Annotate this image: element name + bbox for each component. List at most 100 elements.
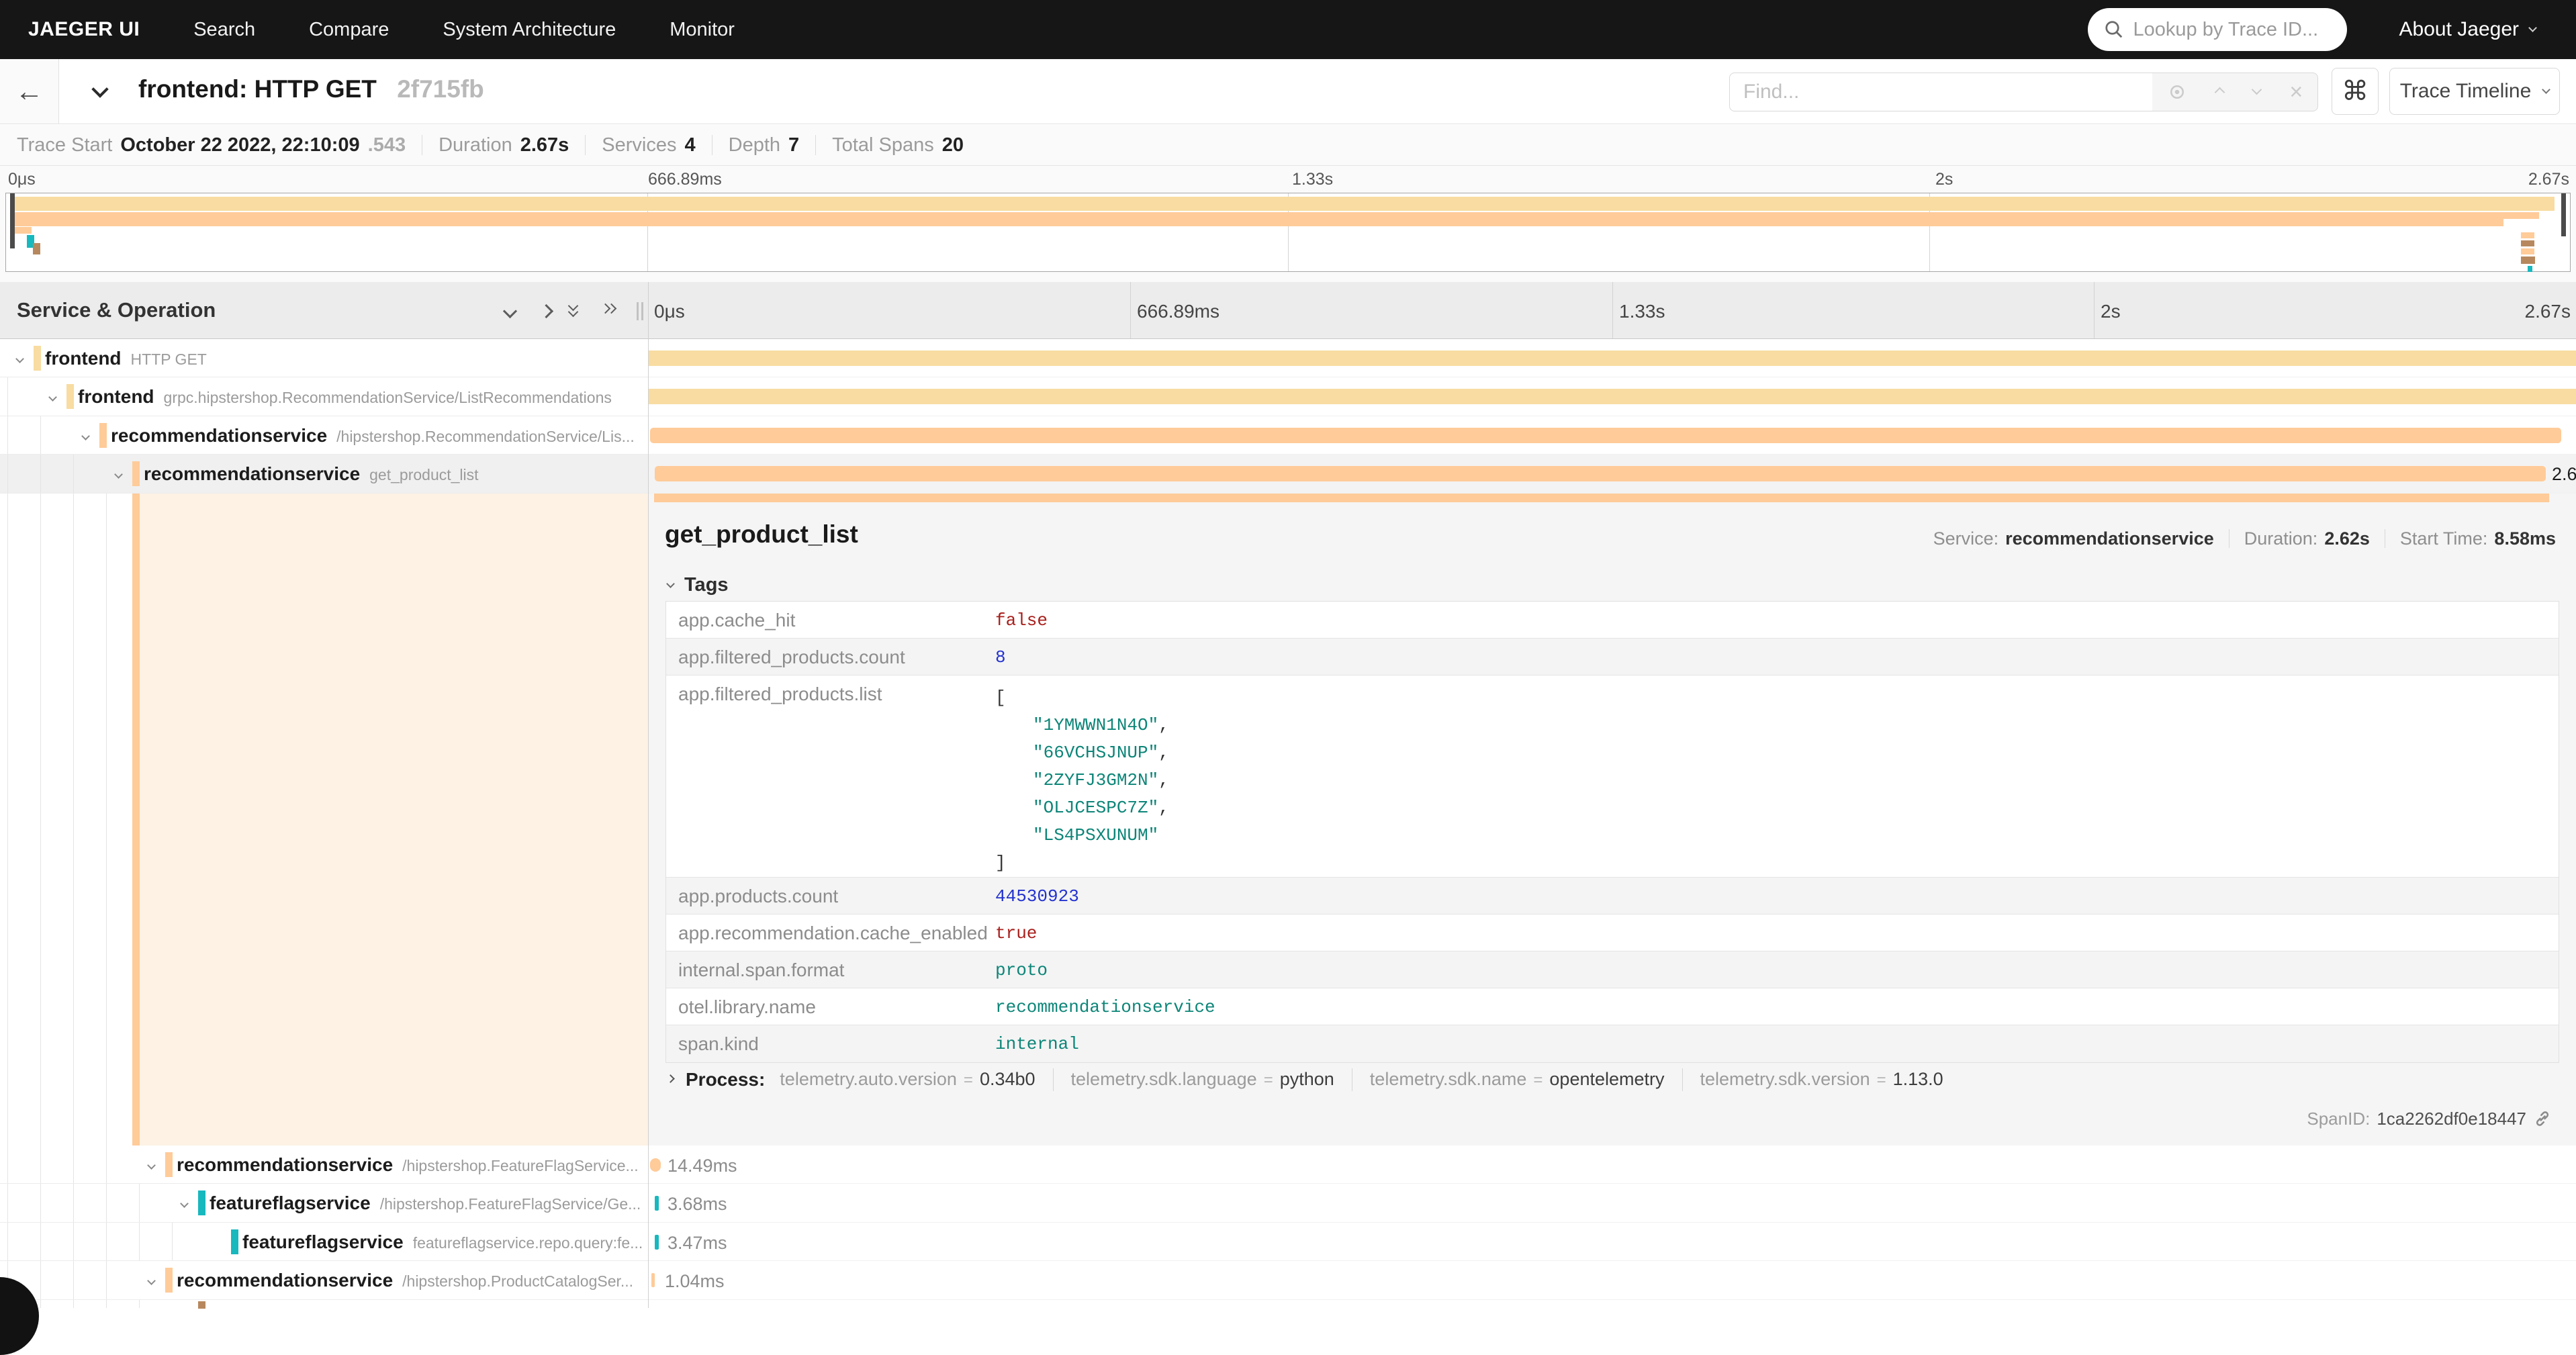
span-bar[interactable] [655,466,2546,481]
tag-row[interactable]: internal.span.format proto [666,951,2559,988]
minimap-span [2521,232,2534,238]
nav-item-system-architecture[interactable]: System Architecture [443,19,616,41]
jaeger-logo[interactable]: JAEGER UI [28,18,140,41]
back-button[interactable]: ← [0,59,59,124]
collapse-trace-chevron[interactable] [94,83,106,99]
span-bar[interactable] [650,428,2561,443]
tags-title: Tags [684,574,729,596]
tag-key: app.filtered_products.list [666,675,980,877]
nav-item-search[interactable]: Search [193,19,255,41]
keyboard-shortcuts-button[interactable]: ⌘ [2332,68,2379,115]
column-resize-handle[interactable] [637,302,643,320]
service-value: recommendationservice [2005,528,2214,549]
span-detail-left-rail [0,494,648,1146]
span-row-featureflag-rpc-server[interactable]: featureflagservice/hipstershop.FeatureFl… [0,1184,2576,1222]
tag-key: app.cache_hit [666,602,980,638]
about-jaeger-menu[interactable]: About Jaeger [2399,18,2536,41]
service-label: Service: [1933,528,1999,549]
row-chevron-icon[interactable] [148,1160,154,1172]
span-row-featureflag-rpc-client[interactable]: recommendationservice/hipstershop.Featur… [0,1146,2576,1184]
span-row-partial[interactable] [0,1300,2576,1308]
span-service: recommendationservice [144,463,360,484]
depth-value: 7 [788,134,799,156]
minimap-span [33,243,40,254]
span-row-get-product-list[interactable]: recommendationserviceget_product_list 2.… [0,455,2576,493]
find-clear-icon[interactable]: × [2289,81,2303,103]
span-operation: /hipstershop.FeatureFlagService/Ge... [380,1195,641,1213]
tag-row[interactable]: app.products.count 44530923 [666,878,2559,915]
minimap-canvas[interactable] [5,193,2571,272]
nav-item-monitor[interactable]: Monitor [670,19,735,41]
span-bar[interactable] [650,1158,661,1172]
span-operation: /hipstershop.FeatureFlagService... [402,1157,639,1174]
tag-key: app.recommendation.cache_enabled [666,915,980,951]
minimap-span [2528,266,2532,272]
span-row-frontend-grpc[interactable]: frontendgrpc.hipstershop.RecommendationS… [0,377,2576,416]
find-next-icon[interactable] [2252,84,2262,95]
tag-key: internal.span.format [666,951,980,988]
span-row-productcatalog-rpc[interactable]: recommendationservice/hipstershop.Produc… [0,1261,2576,1299]
total-spans-label: Total Spans [832,134,934,156]
span-operation: /hipstershop.RecommendationService/Lis..… [336,428,635,445]
tag-row[interactable]: span.kind internal [666,1025,2559,1062]
tag-row[interactable]: app.filtered_products.count 8 [666,639,2559,675]
tag-value: false [980,602,2559,638]
timeline-column-divider[interactable] [648,282,649,1308]
find-prev-icon[interactable] [2215,87,2225,97]
tag-row[interactable]: otel.library.name recommendationservice [666,988,2559,1025]
span-detail-panel: get_product_list Service:recommendations… [649,494,2576,1146]
view-selector-button[interactable]: Trace Timeline [2389,68,2560,115]
span-duration-label: 3.47ms [668,1233,727,1254]
row-chevron-icon[interactable] [50,391,56,404]
service-color-bar [198,1190,205,1215]
row-chevron-icon[interactable] [181,1198,187,1210]
row-chevron-icon[interactable] [17,353,23,365]
timeline-tick: 1.33s [1619,301,1665,322]
trace-summary-bar: Trace Start October 22 2022, 22:10:09 .5… [0,125,2576,166]
row-chevron-icon[interactable] [83,430,89,442]
tag-row[interactable]: app.cache_hit false [666,602,2559,639]
tags-table: app.cache_hit false app.filtered_product… [665,601,2559,1063]
minimap-right-scrubber[interactable] [2561,193,2566,236]
span-service: frontend [78,386,154,407]
span-row-featureflag-repo-query[interactable]: featureflagservicefeatureflagservice.rep… [0,1223,2576,1261]
span-bar[interactable] [654,494,2549,502]
collapse-one-icon[interactable] [505,306,515,320]
span-bar[interactable] [651,1273,655,1287]
service-color-bar [132,494,140,1146]
start-time-value: 8.58ms [2494,528,2556,549]
span-row-recommendation-rpc[interactable]: recommendationservice/hipstershop.Recomm… [0,416,2576,455]
depth-label: Depth [729,134,780,156]
link-icon[interactable] [2533,1109,2552,1128]
tags-section-toggle[interactable]: Tags [668,574,729,596]
span-duration-label: 14.49ms [668,1156,737,1176]
tag-row[interactable]: app.recommendation.cache_enabled true [666,915,2559,951]
expand-all-icon[interactable] [602,302,615,322]
span-bar[interactable] [649,351,2576,366]
span-row-frontend-http-get[interactable]: frontendHTTP GET [0,339,2576,377]
trace-lookup-input[interactable] [2133,19,2328,41]
row-chevron-icon[interactable] [148,1275,154,1287]
row-chevron-icon[interactable] [116,469,122,481]
minimap-left-scrubber[interactable] [10,193,15,248]
minimap-span [11,212,2503,226]
tag-row[interactable]: app.filtered_products.list [ "1YMWWN1N4O… [666,675,2559,878]
minimap-tick: 666.89ms [648,170,722,189]
span-bar[interactable] [649,389,2576,404]
collapse-all-icon[interactable] [569,302,583,322]
tag-key: app.products.count [666,878,980,914]
expand-one-icon[interactable] [541,306,551,320]
process-section-toggle[interactable]: Process: telemetry.auto.version0.34b0 te… [668,1068,1943,1091]
services-label: Services [602,134,676,156]
span-bar[interactable] [655,1235,659,1250]
service-operation-header: Service & Operation [17,298,216,322]
minimap-span [2503,212,2539,219]
focus-icon[interactable] [2167,82,2187,102]
minimap-span [2521,248,2534,254]
span-bar[interactable] [655,1196,659,1211]
nav-item-compare[interactable]: Compare [309,19,389,41]
find-input[interactable] [1729,73,2153,111]
trace-lookup-box[interactable] [2088,8,2347,51]
span-service: recommendationservice [177,1154,393,1175]
trace-start-label: Trace Start [17,134,112,156]
